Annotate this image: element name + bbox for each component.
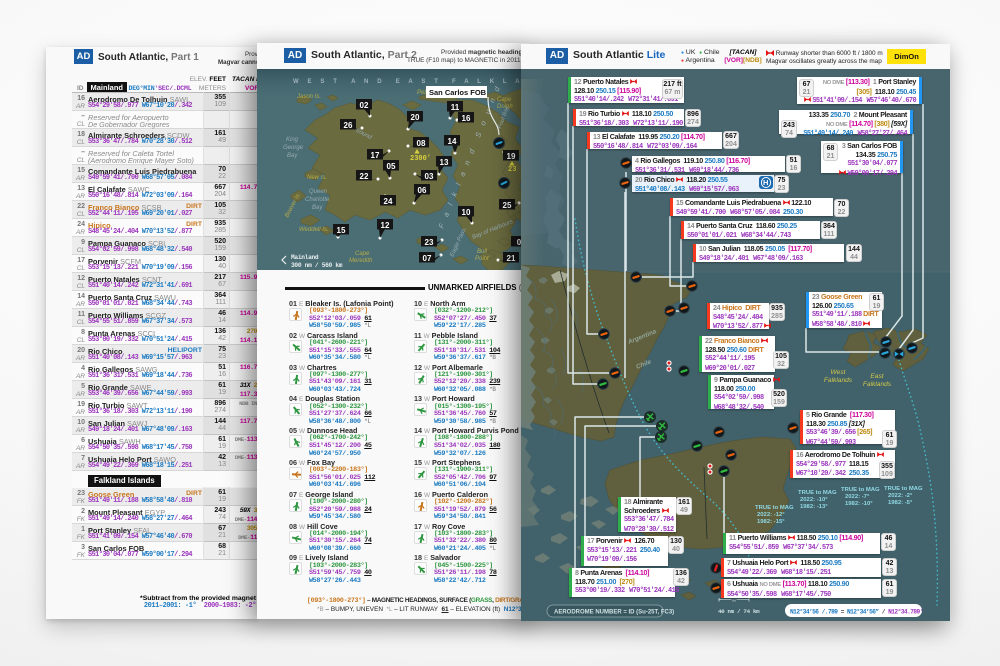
- svg-text:25: 25: [503, 201, 512, 210]
- svg-text:1982: -5°: 1982: -5°: [888, 500, 913, 506]
- svg-text:03: 03: [425, 172, 434, 181]
- svg-text:10: 10: [462, 208, 471, 217]
- svg-text:17: 17: [371, 151, 380, 160]
- svg-text:East: East: [870, 373, 884, 380]
- svg-text:AERODROME NUMBER = ID (Su-25T,: AERODROME NUMBER = ID (Su-25T, FC3): [554, 610, 674, 616]
- svg-text:Bay: Bay: [312, 205, 323, 211]
- svg-text:2022: -7°: 2022: -7°: [845, 494, 870, 500]
- svg-text:Point: Point: [475, 256, 489, 262]
- svg-text:1982: -15°: 1982: -15°: [757, 519, 785, 525]
- svg-text:King: King: [286, 137, 299, 143]
- svg-text:N12°34’56 /.789 = N12°34’56” /: N12°34’56 /.789 = N12°34’56” / N12°34.78…: [790, 609, 923, 616]
- svg-text:Queen: Queen: [309, 189, 328, 195]
- svg-text:21: 21: [507, 254, 516, 263]
- svg-text:2022: -10°: 2022: -10°: [800, 497, 828, 503]
- svg-text:300 nm / 560 km: 300 nm / 560 km: [291, 262, 343, 269]
- svg-text:1982: -10°: 1982: -10°: [845, 501, 873, 507]
- svg-text:14: 14: [448, 137, 457, 146]
- svg-text:20: 20: [411, 113, 420, 122]
- svg-text:West: West: [831, 369, 847, 376]
- svg-text:22: 22: [360, 172, 369, 181]
- svg-text:Cape: Cape: [355, 251, 370, 257]
- svg-text:TRUE to MAG: TRUE to MAG: [884, 486, 923, 492]
- svg-text:08: 08: [417, 139, 426, 148]
- svg-text:Falklands: Falklands: [824, 377, 853, 384]
- svg-text:26: 26: [344, 121, 353, 130]
- svg-text:23: 23: [425, 238, 434, 247]
- svg-text:1982: -13°: 1982: -13°: [800, 504, 828, 510]
- svg-text:San Carlos FOB: San Carlos FOB: [429, 88, 487, 97]
- svg-text:23: 23: [508, 166, 516, 174]
- svg-text:Bull: Bull: [477, 249, 488, 255]
- svg-text:12: 12: [381, 221, 390, 230]
- svg-text:Jason Is.: Jason Is.: [296, 94, 321, 100]
- svg-text:TRUE to MAG: TRUE to MAG: [798, 490, 837, 496]
- svg-text:2022: -12°: 2022: -12°: [757, 512, 785, 518]
- svg-text:40 nm / 74 km: 40 nm / 74 km: [718, 608, 760, 615]
- svg-text:24: 24: [384, 197, 393, 206]
- svg-text:06: 06: [418, 186, 427, 195]
- svg-text:05: 05: [387, 162, 396, 171]
- svg-text:New Is.: New Is.: [307, 175, 327, 181]
- svg-text:Falklands: Falklands: [863, 381, 892, 388]
- svg-text:Meredith: Meredith: [349, 258, 373, 264]
- svg-text:Mainland: Mainland: [291, 254, 319, 261]
- svg-text:Bay: Bay: [287, 153, 298, 159]
- svg-text:13: 13: [440, 158, 449, 167]
- svg-text:02: 02: [360, 101, 369, 110]
- svg-text:15: 15: [337, 226, 346, 235]
- svg-text:16: 16: [462, 114, 471, 123]
- svg-text:George: George: [283, 145, 304, 151]
- svg-text:11: 11: [451, 103, 460, 112]
- svg-text:Charlotte: Charlotte: [305, 197, 330, 203]
- svg-text:Weddell Is.: Weddell Is.: [299, 227, 329, 233]
- svg-text:TRUE to MAG: TRUE to MAG: [755, 505, 794, 511]
- svg-text:2300’: 2300’: [410, 155, 431, 163]
- svg-text:2022: -2°: 2022: -2°: [888, 493, 913, 499]
- svg-text:TRUE to MAG: TRUE to MAG: [841, 487, 880, 493]
- svg-text:07: 07: [423, 254, 432, 263]
- svg-text:19: 19: [507, 152, 516, 161]
- svg-text:Cape: Cape: [497, 97, 512, 103]
